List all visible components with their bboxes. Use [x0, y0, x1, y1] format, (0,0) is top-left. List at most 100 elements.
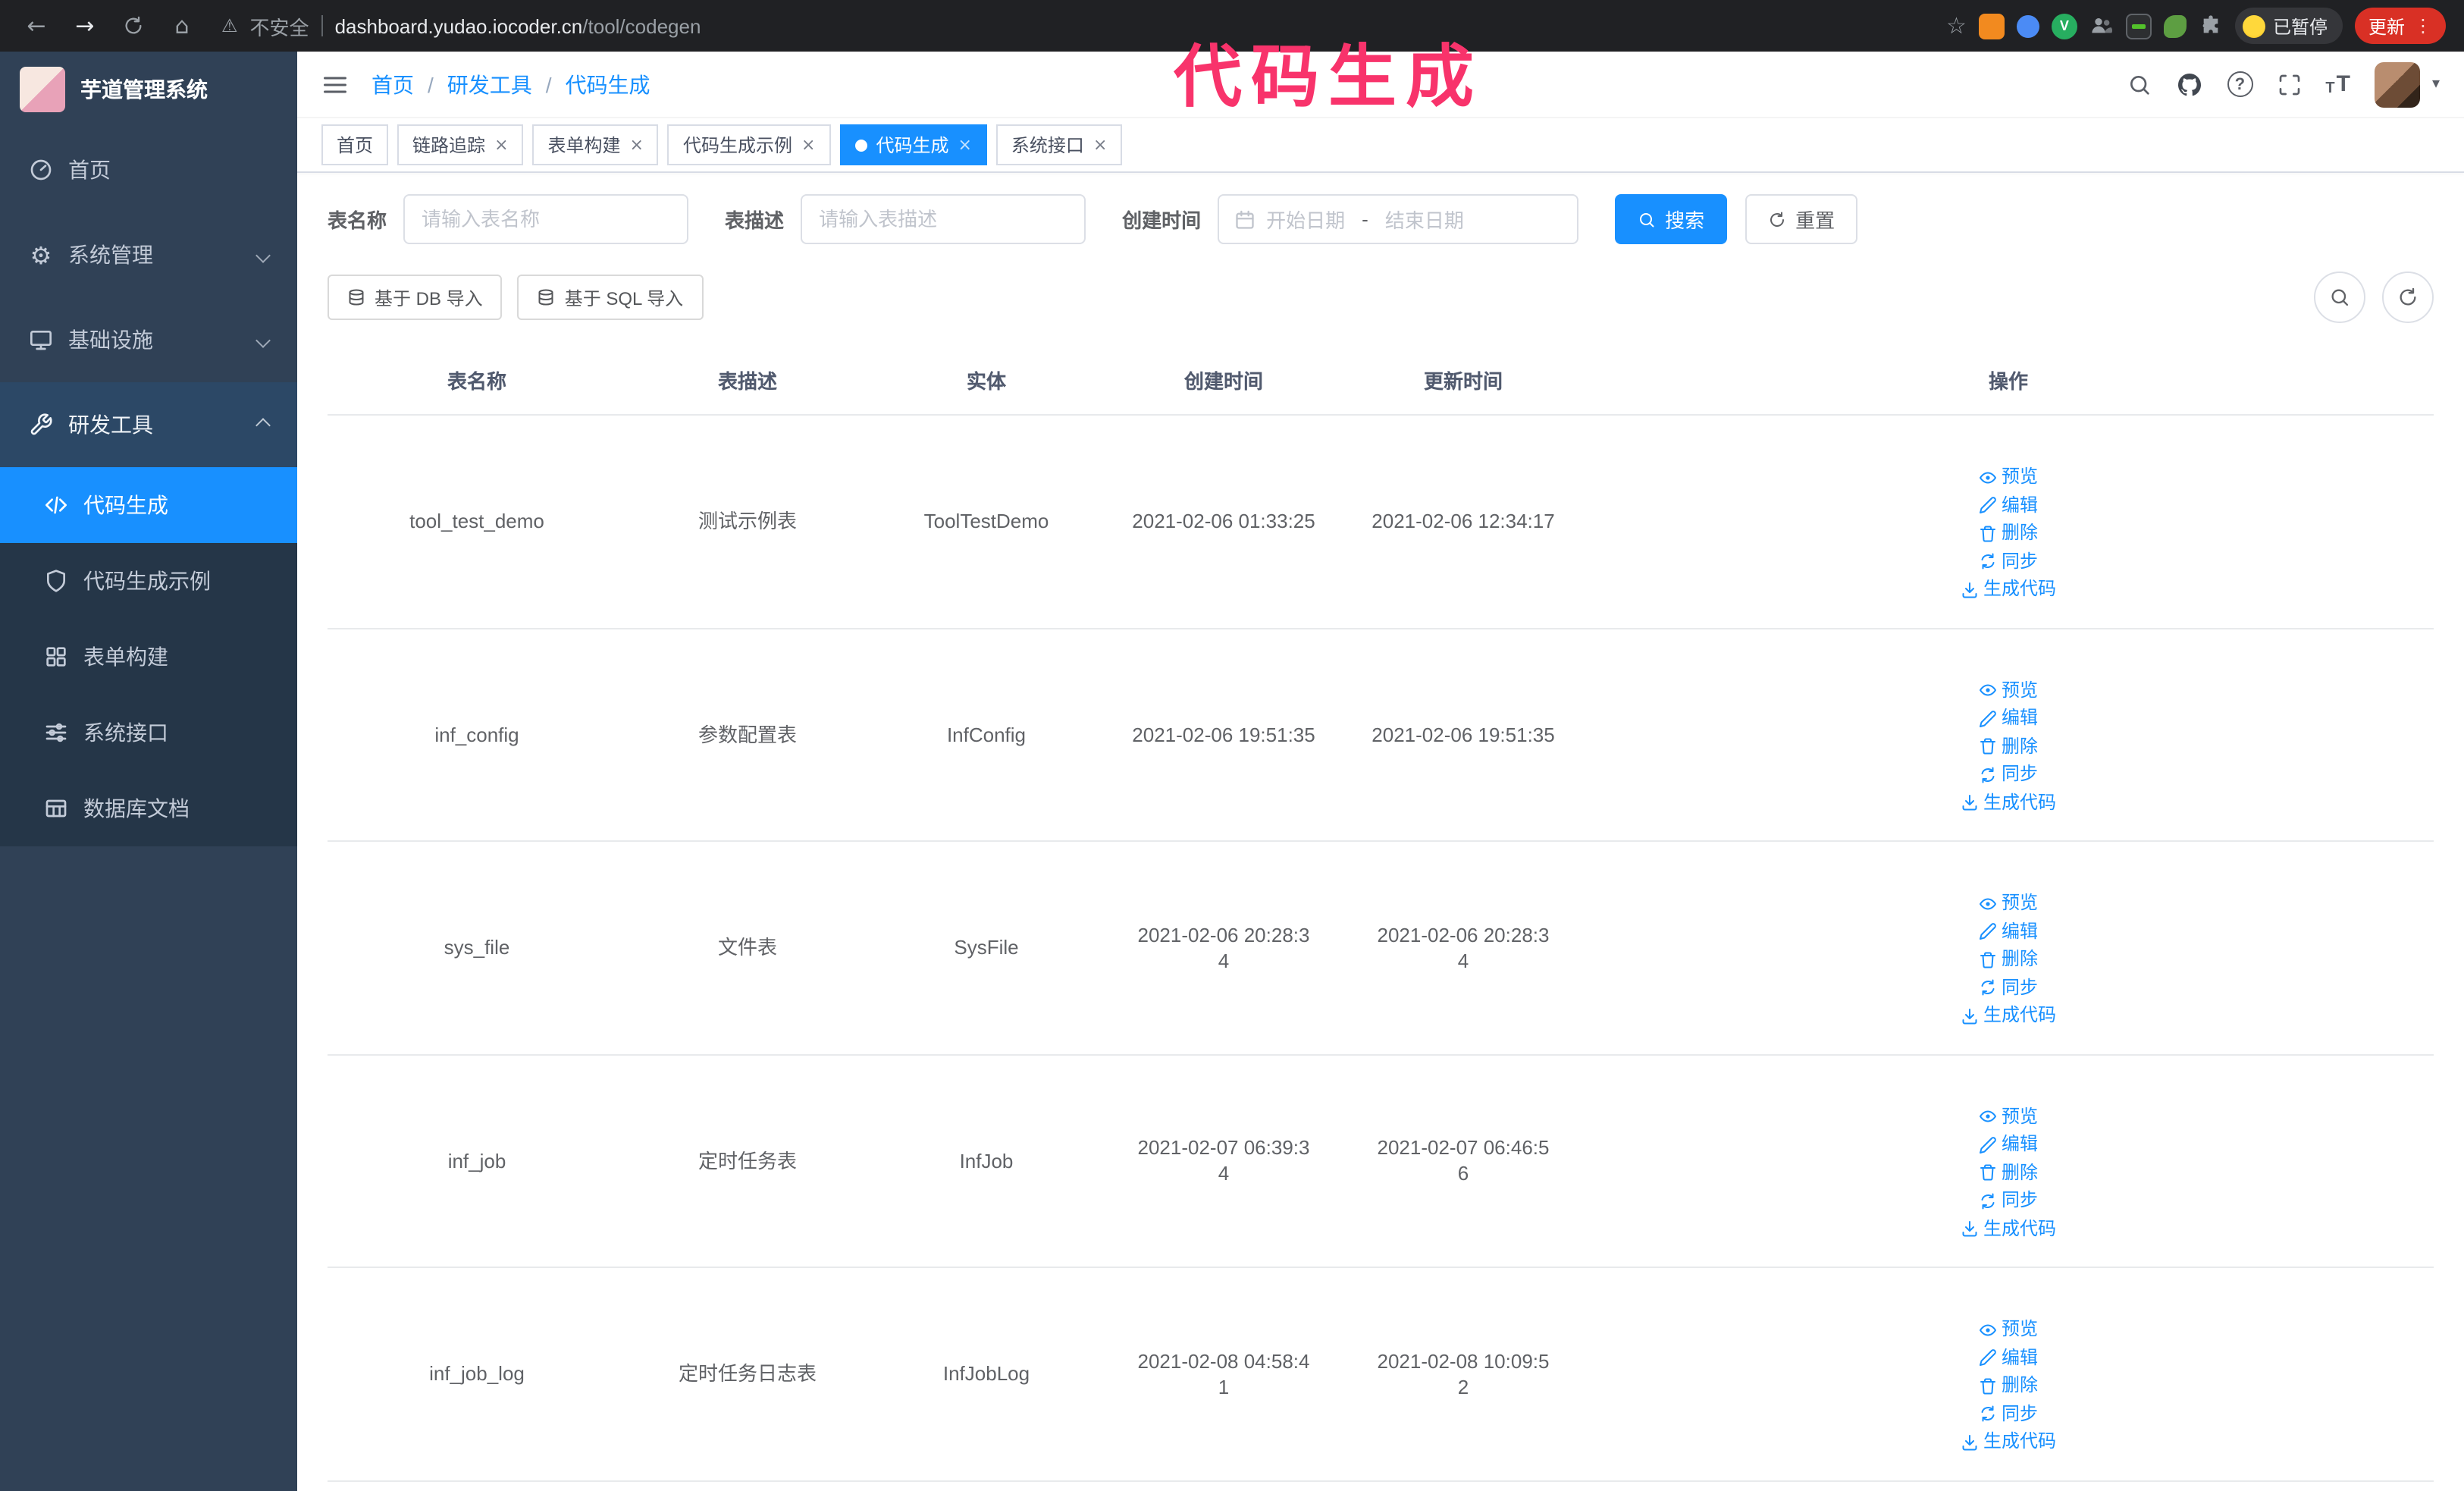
extension-icon-people[interactable]: [2089, 14, 2114, 38]
tab-system-api[interactable]: 系统接口 ×: [995, 124, 1123, 165]
edit-link[interactable]: 编辑: [1979, 705, 2038, 731]
generate-code-link[interactable]: 生成代码: [1961, 576, 2056, 602]
tab-close-icon[interactable]: ×: [630, 137, 644, 153]
delete-link[interactable]: 删除: [1979, 1373, 2038, 1398]
tab-close-icon[interactable]: ×: [801, 137, 815, 153]
bookmark-star-icon[interactable]: ☆: [1946, 12, 1967, 39]
tab-home[interactable]: 首页: [321, 124, 389, 165]
sidebar-item-system[interactable]: ⚙ 系统管理: [0, 212, 297, 297]
edit-link[interactable]: 编辑: [1979, 1132, 2038, 1157]
tab-codegen-example[interactable]: 代码生成示例 ×: [667, 124, 831, 165]
cell-create-time: 2021-02-26 00:13:35: [1104, 1480, 1343, 1491]
generate-code-link[interactable]: 生成代码: [1961, 789, 2056, 815]
reset-button[interactable]: 重置: [1745, 194, 1858, 244]
sidebar-item-codegen-example[interactable]: 代码生成示例: [0, 543, 297, 619]
edit-link[interactable]: 编辑: [1979, 492, 2038, 518]
generate-code-link[interactable]: 生成代码: [1961, 1003, 2056, 1028]
edit-link[interactable]: 编辑: [1979, 1345, 2038, 1370]
cell-actions: 预览 编辑 删除 同步 生成代码: [1583, 1054, 2434, 1268]
edit-link[interactable]: 编辑: [1979, 918, 2038, 944]
app-logo[interactable]: 芋道管理系统: [0, 52, 297, 127]
table-desc-input[interactable]: [801, 194, 1086, 244]
extensions-puzzle-icon[interactable]: [2199, 14, 2223, 38]
sync-link[interactable]: 同步: [1979, 1401, 2038, 1427]
delete-link[interactable]: 删除: [1979, 1160, 2038, 1185]
preview-link[interactable]: 预览: [1979, 464, 2038, 490]
preview-link[interactable]: 预览: [1979, 1103, 2038, 1129]
table-icon: [44, 796, 68, 821]
sync-link[interactable]: 同步: [1979, 975, 2038, 1000]
table-row: sys_file 文件表 SysFile 2021-02-06 20:28:3 …: [328, 841, 2434, 1055]
import-sql-button[interactable]: 基于 SQL 导入: [517, 275, 704, 320]
delete-link[interactable]: 删除: [1979, 520, 2038, 546]
preview-link[interactable]: 预览: [1979, 1317, 2038, 1342]
delete-link[interactable]: 删除: [1979, 946, 2038, 972]
date-range-picker[interactable]: 开始日期 - 结束日期: [1218, 194, 1579, 244]
tab-codegen[interactable]: 代码生成 ×: [839, 124, 987, 165]
breadcrumb-devtools[interactable]: 研发工具: [447, 69, 532, 99]
extension-icon-card[interactable]: [2125, 13, 2152, 39]
help-icon[interactable]: ?: [2227, 71, 2253, 97]
trash-icon: [1979, 1163, 1997, 1182]
extension-icon-orange[interactable]: [1978, 13, 2005, 39]
extension-icon-green[interactable]: V: [2051, 13, 2077, 39]
table-row: inf_job_log 定时任务日志表 InfJobLog 2021-02-08…: [328, 1267, 2434, 1481]
gear-icon: ⚙: [30, 240, 52, 269]
browser-menu-dots-icon[interactable]: ⋮: [2414, 15, 2432, 36]
search-button[interactable]: 搜索: [1615, 194, 1728, 244]
sync-link[interactable]: 同步: [1979, 1188, 2038, 1213]
app-body: 芋道管理系统 首页 ⚙ 系统管理 基础设施 研发工具 代码生成 代码生成示例 表…: [0, 52, 2464, 1491]
tab-tracing[interactable]: 链路追踪 ×: [397, 124, 524, 165]
sidebar-item-home[interactable]: 首页: [0, 127, 297, 212]
sync-icon: [1979, 552, 1997, 570]
shield-icon: [44, 569, 68, 593]
avatar-caret-down-icon[interactable]: ▾: [2432, 76, 2440, 93]
sidebar-item-infra[interactable]: 基础设施: [0, 297, 297, 382]
table-name-input[interactable]: [403, 194, 689, 244]
extension-icon-blue-drop[interactable]: [2016, 14, 2039, 37]
generate-code-link[interactable]: 生成代码: [1961, 1429, 2056, 1455]
sidebar-item-codegen[interactable]: 代码生成: [0, 467, 297, 543]
calendar-icon: [1234, 209, 1256, 230]
sync-link[interactable]: 同步: [1979, 548, 2038, 574]
cell-create-time: 2021-02-06 01:33:25: [1104, 415, 1343, 629]
browser-forward-button[interactable]: →: [67, 8, 103, 44]
tab-form-builder[interactable]: 表单构建 ×: [532, 124, 659, 165]
sidebar-item-form-builder[interactable]: 表单构建: [0, 619, 297, 695]
preview-link[interactable]: 预览: [1979, 677, 2038, 703]
sidebar-item-db-docs[interactable]: 数据库文档: [0, 771, 297, 846]
toggle-search-button[interactable]: [2314, 272, 2365, 323]
header-search-icon[interactable]: [2127, 72, 2151, 96]
extension-icon-leaf[interactable]: [2163, 14, 2187, 37]
browser-update-button[interactable]: 更新 ⋮: [2354, 8, 2446, 44]
tab-close-icon[interactable]: ×: [1093, 137, 1107, 153]
sidebar-item-system-api[interactable]: 系统接口: [0, 695, 297, 771]
refresh-table-button[interactable]: [2382, 272, 2434, 323]
sidebar-collapse-icon[interactable]: [321, 71, 349, 98]
browser-reload-button[interactable]: [115, 8, 152, 44]
github-icon[interactable]: [2175, 71, 2202, 98]
sidebar-item-devtools[interactable]: 研发工具: [0, 382, 297, 467]
browser-home-button[interactable]: ⌂: [164, 8, 200, 44]
cell-actions: 预览 编辑 删除 同步 生成代码: [1583, 1480, 2434, 1491]
import-db-button[interactable]: 基于 DB 导入: [328, 275, 503, 320]
database-icon: [347, 288, 365, 306]
sync-link[interactable]: 同步: [1979, 761, 2038, 787]
user-avatar[interactable]: [2374, 61, 2420, 107]
tab-close-icon[interactable]: ×: [958, 137, 971, 153]
font-size-icon[interactable]: T T: [2325, 71, 2350, 97]
preview-link[interactable]: 预览: [1979, 890, 2038, 916]
address-bar[interactable]: ⚠ 不安全 dashboard.yudao.iocoder.cn/tool/co…: [221, 11, 701, 40]
breadcrumb-home[interactable]: 首页: [371, 69, 414, 99]
browser-back-button[interactable]: ←: [18, 8, 55, 44]
profile-paused-chip[interactable]: 已暂停: [2234, 8, 2343, 44]
cell-actions: 预览 编辑 删除 同步 生成代码: [1583, 841, 2434, 1055]
sidebar-item-label: 系统管理: [68, 243, 153, 267]
security-label[interactable]: 不安全: [250, 11, 309, 40]
generate-code-link[interactable]: 生成代码: [1961, 1216, 2056, 1241]
download-icon: [1961, 1219, 1979, 1238]
tab-close-icon[interactable]: ×: [494, 137, 508, 153]
delete-link[interactable]: 删除: [1979, 733, 2038, 759]
cell-actions: 预览 编辑 删除 同步 生成代码: [1583, 628, 2434, 842]
fullscreen-icon[interactable]: [2277, 72, 2301, 96]
